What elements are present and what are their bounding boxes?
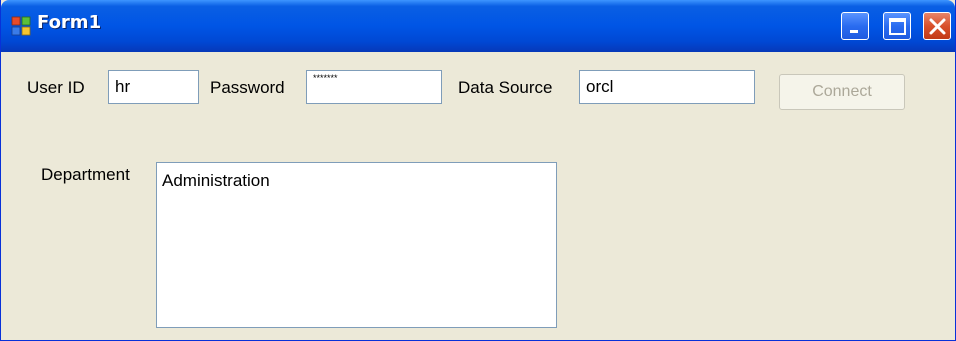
data-source-input[interactable] <box>579 70 755 104</box>
password-input[interactable]: ******* <box>306 70 442 104</box>
maximize-icon <box>889 18 906 35</box>
close-icon <box>929 18 946 35</box>
data-source-label: Data Source <box>458 78 553 97</box>
department-label: Department <box>41 165 130 184</box>
user-id-input[interactable] <box>108 70 199 104</box>
minimize-button[interactable] <box>841 12 869 40</box>
form-app-icon <box>11 16 31 36</box>
window-title: Form1 <box>37 12 102 33</box>
connect-button[interactable]: Connect <box>779 74 905 110</box>
maximize-button[interactable] <box>883 12 911 40</box>
password-label: Password <box>210 78 285 97</box>
close-button[interactable] <box>923 12 951 40</box>
title-bar[interactable]: Form1 <box>1 0 955 52</box>
user-id-label: User ID <box>27 78 85 97</box>
form1-window: Form1 User ID Password ******* Data Sour… <box>0 0 956 341</box>
department-listbox[interactable]: Administration <box>156 162 557 328</box>
minimize-icon <box>850 30 858 33</box>
list-item[interactable]: Administration <box>162 171 556 191</box>
password-mask: ******* <box>313 73 338 83</box>
